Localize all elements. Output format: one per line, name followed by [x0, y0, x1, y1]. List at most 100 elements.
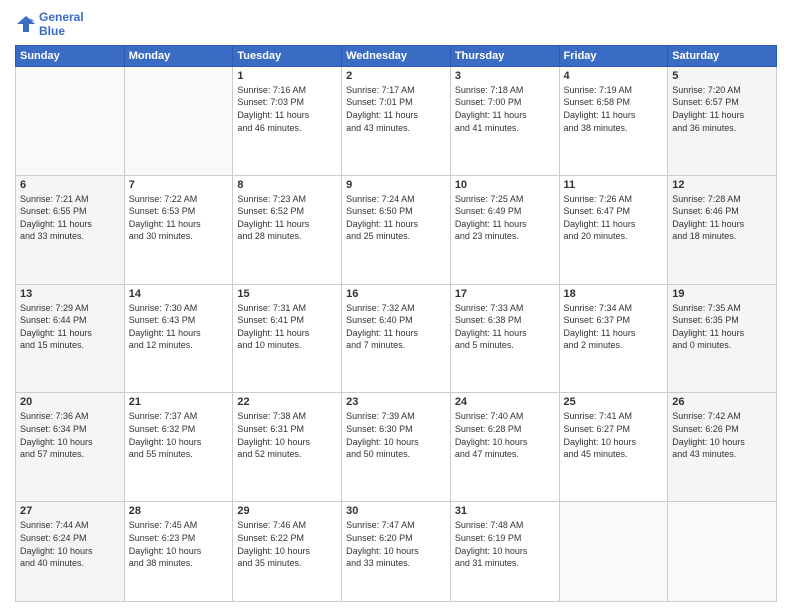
- calendar-cell: 3 Sunrise: 7:18 AM Sunset: 7:00 PM Daylig…: [450, 66, 559, 175]
- weekday-header-friday: Friday: [559, 45, 668, 66]
- day-info: Sunrise: 7:18 AM Sunset: 7:00 PM Dayligh…: [455, 84, 555, 134]
- calendar-cell: 26 Sunrise: 7:42 AM Sunset: 6:26 PM Dayli…: [668, 393, 777, 502]
- day-number: 25: [564, 396, 664, 408]
- day-info: Sunrise: 7:41 AM Sunset: 6:27 PM Dayligh…: [564, 410, 664, 460]
- day-info: Sunrise: 7:39 AM Sunset: 6:30 PM Dayligh…: [346, 410, 446, 460]
- day-number: 16: [346, 288, 446, 300]
- calendar-cell: 12Sunrise: 7:28 AM Sunset: 6:46 PM Dayli…: [668, 175, 777, 284]
- day-info: Sunrise: 7:29 AM Sunset: 6:44 PM Dayligh…: [20, 302, 120, 352]
- calendar-cell: 18 Sunrise: 7:34 AM Sunset: 6:37 PM Dayli…: [559, 284, 668, 393]
- calendar-cell: 24 Sunrise: 7:40 AM Sunset: 6:28 PM Dayli…: [450, 393, 559, 502]
- day-number: 10: [455, 179, 555, 191]
- calendar-row-4: 20Sunrise: 7:36 AM Sunset: 6:34 PM Dayli…: [16, 393, 777, 502]
- calendar-cell: 8 Sunrise: 7:23 AM Sunset: 6:52 PM Daylig…: [233, 175, 342, 284]
- calendar-cell: 27Sunrise: 7:44 AM Sunset: 6:24 PM Dayli…: [16, 502, 125, 602]
- calendar-cell: 1 Sunrise: 7:16 AM Sunset: 7:03 PM Daylig…: [233, 66, 342, 175]
- day-number: 26: [672, 396, 772, 408]
- calendar-cell: 30 Sunrise: 7:47 AM Sunset: 6:20 PM Dayli…: [342, 502, 451, 602]
- day-number: 15: [237, 288, 337, 300]
- calendar-cell: 15 Sunrise: 7:31 AM Sunset: 6:41 PM Dayli…: [233, 284, 342, 393]
- day-info: Sunrise: 7:26 AM Sunset: 6:47 PM Dayligh…: [564, 193, 664, 243]
- weekday-header-tuesday: Tuesday: [233, 45, 342, 66]
- day-number: 7: [129, 179, 229, 191]
- calendar-cell: 21Sunrise: 7:37 AM Sunset: 6:32 PM Dayli…: [124, 393, 233, 502]
- day-info: Sunrise: 7:37 AM Sunset: 6:32 PM Dayligh…: [129, 410, 229, 460]
- day-number: 1: [237, 70, 337, 82]
- day-info: Sunrise: 7:36 AM Sunset: 6:34 PM Dayligh…: [20, 410, 120, 460]
- day-info: Sunrise: 7:23 AM Sunset: 6:52 PM Dayligh…: [237, 193, 337, 243]
- day-number: 28: [129, 505, 229, 517]
- day-info: Sunrise: 7:47 AM Sunset: 6:20 PM Dayligh…: [346, 519, 446, 569]
- day-info: Sunrise: 7:25 AM Sunset: 6:49 PM Dayligh…: [455, 193, 555, 243]
- day-number: 24: [455, 396, 555, 408]
- calendar-row-3: 13 Sunrise: 7:29 AM Sunset: 6:44 PM Dayli…: [16, 284, 777, 393]
- calendar-cell: 23 Sunrise: 7:39 AM Sunset: 6:30 PM Dayli…: [342, 393, 451, 502]
- day-number: 6: [20, 179, 120, 191]
- day-number: 19: [672, 288, 772, 300]
- day-info: Sunrise: 7:46 AM Sunset: 6:22 PM Dayligh…: [237, 519, 337, 569]
- header: General Blue: [15, 10, 777, 39]
- day-number: 23: [346, 396, 446, 408]
- weekday-header-wednesday: Wednesday: [342, 45, 451, 66]
- day-info: Sunrise: 7:28 AM Sunset: 6:46 PM Dayligh…: [672, 193, 772, 243]
- day-number: 31: [455, 505, 555, 517]
- day-info: Sunrise: 7:20 AM Sunset: 6:57 PM Dayligh…: [672, 84, 772, 134]
- weekday-header-row: SundayMondayTuesdayWednesdayThursdayFrid…: [16, 45, 777, 66]
- calendar-cell: 5Sunrise: 7:20 AM Sunset: 6:57 PM Daylig…: [668, 66, 777, 175]
- calendar-cell: 10 Sunrise: 7:25 AM Sunset: 6:49 PM Dayli…: [450, 175, 559, 284]
- day-info: Sunrise: 7:16 AM Sunset: 7:03 PM Dayligh…: [237, 84, 337, 134]
- calendar-cell: 16Sunrise: 7:32 AM Sunset: 6:40 PM Dayli…: [342, 284, 451, 393]
- day-info: Sunrise: 7:17 AM Sunset: 7:01 PM Dayligh…: [346, 84, 446, 134]
- day-info: Sunrise: 7:48 AM Sunset: 6:19 PM Dayligh…: [455, 519, 555, 569]
- logo-bird-icon: [15, 13, 37, 35]
- calendar-table: SundayMondayTuesdayWednesdayThursdayFrid…: [15, 45, 777, 602]
- calendar-cell: 22Sunrise: 7:38 AM Sunset: 6:31 PM Dayli…: [233, 393, 342, 502]
- day-info: Sunrise: 7:44 AM Sunset: 6:24 PM Dayligh…: [20, 519, 120, 569]
- day-info: Sunrise: 7:45 AM Sunset: 6:23 PM Dayligh…: [129, 519, 229, 569]
- day-number: 29: [237, 505, 337, 517]
- logo-blue-text: Blue: [39, 24, 84, 38]
- calendar-cell: 14 Sunrise: 7:30 AM Sunset: 6:43 PM Dayli…: [124, 284, 233, 393]
- calendar-cell: 13 Sunrise: 7:29 AM Sunset: 6:44 PM Dayli…: [16, 284, 125, 393]
- day-info: Sunrise: 7:35 AM Sunset: 6:35 PM Dayligh…: [672, 302, 772, 352]
- calendar-cell: 28 Sunrise: 7:45 AM Sunset: 6:23 PM Dayli…: [124, 502, 233, 602]
- calendar-cell: 6 Sunrise: 7:21 AM Sunset: 6:55 PM Daylig…: [16, 175, 125, 284]
- calendar-row-2: 6 Sunrise: 7:21 AM Sunset: 6:55 PM Daylig…: [16, 175, 777, 284]
- calendar-cell: 17Sunrise: 7:33 AM Sunset: 6:38 PM Dayli…: [450, 284, 559, 393]
- day-number: 11: [564, 179, 664, 191]
- calendar-row-5: 27Sunrise: 7:44 AM Sunset: 6:24 PM Dayli…: [16, 502, 777, 602]
- day-number: 14: [129, 288, 229, 300]
- calendar-cell: [668, 502, 777, 602]
- calendar-cell: [559, 502, 668, 602]
- day-info: Sunrise: 7:22 AM Sunset: 6:53 PM Dayligh…: [129, 193, 229, 243]
- day-number: 4: [564, 70, 664, 82]
- day-info: Sunrise: 7:42 AM Sunset: 6:26 PM Dayligh…: [672, 410, 772, 460]
- day-number: 13: [20, 288, 120, 300]
- day-info: Sunrise: 7:33 AM Sunset: 6:38 PM Dayligh…: [455, 302, 555, 352]
- day-number: 3: [455, 70, 555, 82]
- day-number: 22: [237, 396, 337, 408]
- day-info: Sunrise: 7:40 AM Sunset: 6:28 PM Dayligh…: [455, 410, 555, 460]
- day-number: 30: [346, 505, 446, 517]
- calendar-cell: [124, 66, 233, 175]
- day-info: Sunrise: 7:24 AM Sunset: 6:50 PM Dayligh…: [346, 193, 446, 243]
- calendar-cell: 9Sunrise: 7:24 AM Sunset: 6:50 PM Daylig…: [342, 175, 451, 284]
- calendar-cell: 7 Sunrise: 7:22 AM Sunset: 6:53 PM Daylig…: [124, 175, 233, 284]
- day-number: 18: [564, 288, 664, 300]
- calendar-cell: 29 Sunrise: 7:46 AM Sunset: 6:22 PM Dayli…: [233, 502, 342, 602]
- calendar-cell: 25 Sunrise: 7:41 AM Sunset: 6:27 PM Dayli…: [559, 393, 668, 502]
- day-info: Sunrise: 7:34 AM Sunset: 6:37 PM Dayligh…: [564, 302, 664, 352]
- calendar-cell: [16, 66, 125, 175]
- day-number: 2: [346, 70, 446, 82]
- calendar-cell: 20Sunrise: 7:36 AM Sunset: 6:34 PM Dayli…: [16, 393, 125, 502]
- day-info: Sunrise: 7:21 AM Sunset: 6:55 PM Dayligh…: [20, 193, 120, 243]
- day-info: Sunrise: 7:19 AM Sunset: 6:58 PM Dayligh…: [564, 84, 664, 134]
- day-info: Sunrise: 7:31 AM Sunset: 6:41 PM Dayligh…: [237, 302, 337, 352]
- weekday-header-sunday: Sunday: [16, 45, 125, 66]
- day-number: 8: [237, 179, 337, 191]
- logo: General Blue: [15, 10, 84, 39]
- day-info: Sunrise: 7:30 AM Sunset: 6:43 PM Dayligh…: [129, 302, 229, 352]
- calendar-cell: 11 Sunrise: 7:26 AM Sunset: 6:47 PM Dayli…: [559, 175, 668, 284]
- calendar-cell: 19 Sunrise: 7:35 AM Sunset: 6:35 PM Dayli…: [668, 284, 777, 393]
- page: General Blue SundayMondayTuesdayWednesda…: [0, 0, 792, 612]
